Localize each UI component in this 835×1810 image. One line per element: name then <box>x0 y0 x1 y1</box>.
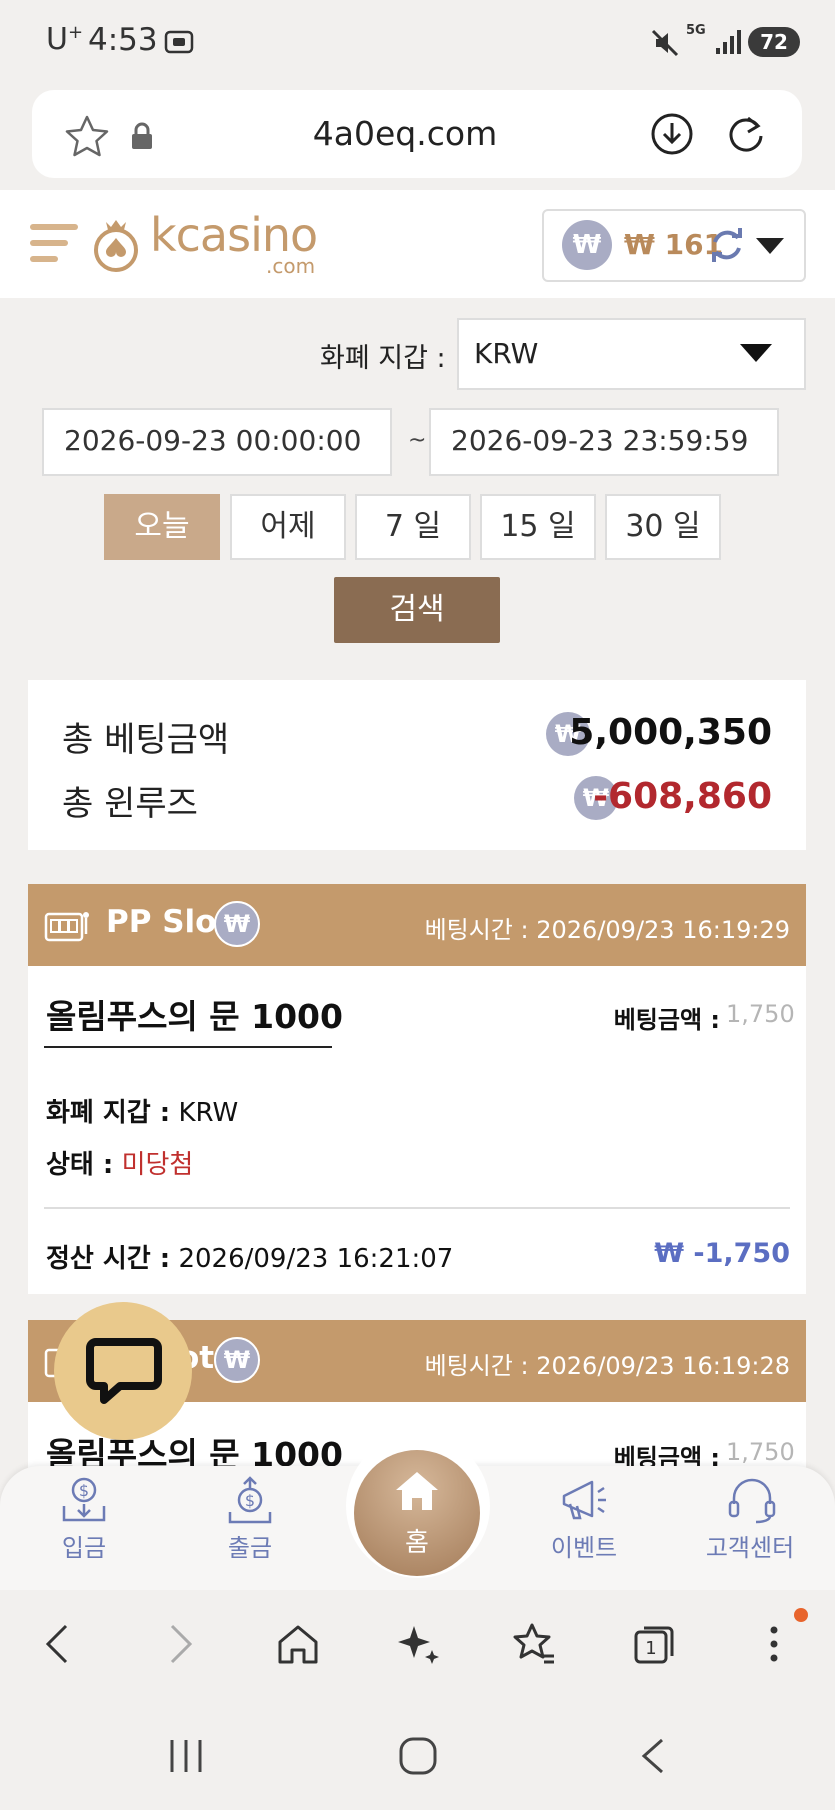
bookmark-star-icon[interactable] <box>64 114 110 158</box>
url-text[interactable]: 4a0eq.com <box>200 114 610 153</box>
more-icon[interactable] <box>752 1622 796 1666</box>
date-separator: ~ <box>408 428 427 453</box>
megaphone-icon[interactable] <box>558 1476 610 1524</box>
won-coin-icon: ₩ <box>214 901 260 947</box>
bookmarks-icon[interactable] <box>512 1622 556 1666</box>
bet-time: 베팅시간 : 2026/09/23 16:19:29 <box>424 916 790 944</box>
card-divider <box>44 1207 790 1209</box>
currency-value: KRW <box>474 337 539 370</box>
bet-amount-value: 1,750 <box>726 1438 795 1466</box>
won-coin-icon: ₩ <box>214 1337 260 1383</box>
nav-support[interactable]: 고객센터 <box>690 1528 810 1563</box>
status-badge: 미당첨 <box>121 1150 194 1180</box>
reload-icon[interactable] <box>724 112 768 156</box>
notification-dot <box>794 1608 808 1622</box>
bet-time: 베팅시간 : 2026/09/23 16:19:28 <box>424 1352 790 1380</box>
settle-amount: ₩ -1,750 <box>654 1238 790 1269</box>
svg-text:$: $ <box>245 1491 255 1510</box>
status-time: 4:53 <box>88 22 158 58</box>
withdraw-icon[interactable]: $ <box>224 1476 276 1524</box>
svg-text:$: $ <box>79 1481 89 1500</box>
mute-icon <box>651 29 679 57</box>
slot-machine-icon <box>44 912 89 942</box>
range-15day-button[interactable]: 15 일 <box>480 494 596 560</box>
network-badge: 5G <box>686 23 706 38</box>
chevron-down-icon[interactable] <box>756 238 784 254</box>
won-coin-icon: ₩ <box>562 220 612 270</box>
nav-event[interactable]: 이벤트 <box>524 1528 644 1563</box>
signal-icon <box>716 30 741 54</box>
wallet-field: 화폐 지갑 : KRW <box>46 1098 239 1128</box>
logo-subtext: .com <box>266 254 316 278</box>
back-icon[interactable] <box>36 1622 80 1666</box>
range-7day-button[interactable]: 7 일 <box>355 494 471 560</box>
date-end-input[interactable]: 2026-09-23 23:59:59 <box>429 408 779 476</box>
hamburger-menu-icon[interactable] <box>28 218 80 270</box>
range-today-button[interactable]: 오늘 <box>104 494 220 560</box>
currency-label: 화폐 지갑 : <box>320 343 446 374</box>
refresh-balance-icon[interactable] <box>708 226 746 264</box>
search-button[interactable]: 검색 <box>334 577 500 643</box>
forward-icon[interactable] <box>158 1622 202 1666</box>
bet-amount-value: 1,750 <box>726 1000 795 1028</box>
carrier-label: U+ <box>46 22 84 57</box>
title-underline <box>44 1046 332 1048</box>
status-field: 상태 : 미당첨 <box>46 1150 194 1180</box>
system-back-icon[interactable] <box>634 1736 674 1776</box>
range-30day-button[interactable]: 30 일 <box>605 494 721 560</box>
chat-bubble-icon[interactable] <box>86 1336 162 1406</box>
home-icon[interactable] <box>394 1470 440 1512</box>
total-bet-label: 총 베팅금액 <box>62 720 230 760</box>
chevron-down-icon[interactable] <box>740 344 772 362</box>
nav-withdraw[interactable]: 출금 <box>190 1528 310 1563</box>
svg-text:1: 1 <box>645 1638 656 1659</box>
bet-amount-label: 베팅금액 : <box>613 1006 720 1034</box>
range-yesterday-button[interactable]: 어제 <box>230 494 346 560</box>
nav-deposit[interactable]: 입금 <box>24 1528 144 1563</box>
settle-time-field: 정산 시간 : 2026/09/23 16:21:07 <box>46 1244 454 1274</box>
recents-icon[interactable] <box>166 1736 206 1776</box>
screen-capture-icon <box>164 30 194 54</box>
deposit-icon[interactable]: $ <box>58 1476 110 1524</box>
browser-home-icon[interactable] <box>276 1622 320 1666</box>
date-start-input[interactable]: 2026-09-23 00:00:00 <box>42 408 392 476</box>
download-icon[interactable] <box>650 112 694 156</box>
system-home-icon[interactable] <box>398 1736 438 1776</box>
provider-name: PP Slot <box>106 904 232 940</box>
headset-icon[interactable] <box>726 1476 778 1524</box>
sparkle-icon[interactable] <box>396 1622 440 1666</box>
game-title: 올림푸스의 문 1000 <box>46 997 343 1036</box>
nav-home[interactable]: 홈 <box>357 1522 477 1559</box>
total-winloss-value: -608,860 <box>593 776 772 817</box>
total-winloss-label: 총 윈루즈 <box>62 784 198 824</box>
battery-indicator: 72 <box>748 27 800 57</box>
lock-icon <box>132 122 152 149</box>
tabs-icon[interactable]: 1 <box>632 1622 676 1666</box>
total-bet-value: 5,000,350 <box>569 712 772 753</box>
